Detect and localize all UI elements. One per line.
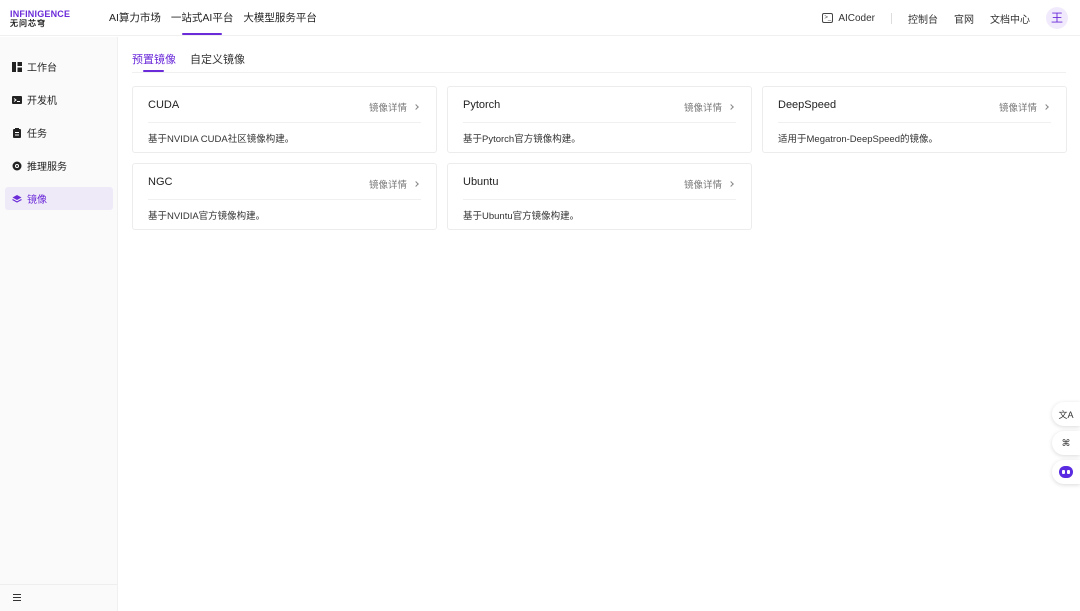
sidebar-item-inference[interactable]: 推理服务	[5, 154, 113, 177]
card-title: DeepSpeed	[778, 99, 837, 111]
image-tabs: 预置镜像 自定义镜像	[132, 37, 1066, 73]
sidebar-item-dev-machine[interactable]: 开发机	[5, 88, 113, 111]
chevron-right-icon	[413, 104, 419, 110]
aicoder-link[interactable]: >_ AICoder	[822, 13, 875, 24]
assistant-button[interactable]	[1052, 460, 1080, 484]
brand-logo[interactable]: INFINIGENCE 无问芯穹	[10, 9, 76, 29]
assistant-bot-icon	[1059, 466, 1073, 478]
nav-ai-platform[interactable]: 一站式AI平台	[166, 0, 238, 36]
top-nav-right: >_ AICoder 控制台 官网 文档中心 王	[822, 0, 1080, 36]
link-label: 镜像详情	[998, 103, 1037, 114]
translate-icon: 文A	[1058, 409, 1074, 420]
brand-line-2: 无问芯穹	[10, 19, 46, 28]
divider	[778, 122, 1051, 123]
divider	[148, 122, 421, 123]
sidebar-item-workbench[interactable]: 工作台	[5, 55, 113, 78]
divider	[148, 199, 421, 200]
terminal-icon: >_	[822, 13, 834, 23]
nav-ai-compute-market[interactable]: AI算力市场	[104, 0, 166, 36]
tab-preset-images[interactable]: 预置镜像	[132, 51, 176, 67]
chevron-right-icon	[728, 104, 734, 110]
image-details-link[interactable]: 镜像详情	[683, 177, 734, 191]
image-details-link[interactable]: 镜像详情	[368, 100, 419, 114]
link-label: 镜像详情	[368, 103, 407, 114]
sidebar-item-label: 镜像	[27, 195, 47, 206]
image-card-cuda: CUDA 镜像详情 基于NVIDIA CUDA社区镜像构建。	[132, 86, 437, 153]
image-card-pytorch: Pytorch 镜像详情 基于Pytorch官方镜像构建。	[447, 86, 752, 153]
divider	[463, 122, 736, 123]
image-details-link[interactable]: 镜像详情	[683, 100, 734, 114]
nav-llm-service-platform[interactable]: 大模型服务平台	[238, 0, 322, 36]
sidebar-item-label: 任务	[27, 129, 47, 140]
card-title: CUDA	[148, 99, 180, 111]
top-navbar: INFINIGENCE 无问芯穹 AI算力市场 一站式AI平台 大模型服务平台 …	[0, 0, 1080, 36]
clipboard-icon	[12, 127, 22, 138]
translate-button[interactable]: 文A	[1052, 402, 1080, 426]
command-icon: ⌘	[1061, 437, 1071, 448]
sidebar-item-label: 开发机	[27, 96, 57, 107]
link-label: 镜像详情	[683, 103, 722, 114]
image-details-link[interactable]: 镜像详情	[998, 100, 1049, 114]
link-label: 镜像详情	[368, 180, 407, 191]
menu-icon[interactable]	[13, 594, 21, 601]
card-description: 基于NVIDIA官方镜像构建。	[148, 211, 266, 222]
inference-icon	[12, 161, 22, 171]
avatar[interactable]: 王	[1046, 7, 1068, 29]
tab-active-indicator	[143, 70, 164, 72]
sidebar-item-label: 推理服务	[27, 162, 67, 173]
card-description: 适用于Megatron-DeepSpeed的镜像。	[778, 134, 938, 145]
divider	[891, 12, 892, 24]
sidebar-item-images[interactable]: 镜像	[5, 187, 113, 210]
docs-center-link[interactable]: 文档中心	[990, 11, 1030, 26]
sidebar-footer	[0, 584, 117, 611]
image-card-ngc: NGC 镜像详情 基于NVIDIA官方镜像构建。	[132, 163, 437, 230]
official-site-link[interactable]: 官网	[954, 11, 974, 26]
image-details-link[interactable]: 镜像详情	[368, 177, 419, 191]
console-link[interactable]: 控制台	[908, 11, 938, 26]
aicoder-label: AICoder	[838, 12, 875, 24]
tab-custom-images[interactable]: 自定义镜像	[190, 51, 245, 67]
dashboard-icon	[12, 61, 22, 72]
terminal-icon	[12, 95, 22, 105]
sidebar-item-label: 工作台	[27, 63, 57, 74]
brand-line-1: INFINIGENCE	[10, 9, 71, 19]
divider	[463, 199, 736, 200]
image-card-ubuntu: Ubuntu 镜像详情 基于Ubuntu官方镜像构建。	[447, 163, 752, 230]
card-title: Ubuntu	[463, 176, 499, 188]
card-title: Pytorch	[463, 99, 501, 111]
sidebar: 工作台 开发机 任务 推理服务 镜像	[0, 37, 118, 611]
card-title: NGC	[148, 176, 173, 188]
sidebar-item-tasks[interactable]: 任务	[5, 121, 113, 144]
top-nav-menu: AI算力市场 一站式AI平台 大模型服务平台	[104, 0, 322, 36]
card-description: 基于Pytorch官方镜像构建。	[463, 134, 581, 145]
card-description: 基于Ubuntu官方镜像构建。	[463, 211, 580, 222]
layers-icon	[12, 194, 22, 204]
shortcut-button[interactable]: ⌘	[1052, 431, 1080, 455]
chevron-right-icon	[728, 181, 734, 187]
chevron-right-icon	[413, 181, 419, 187]
card-description: 基于NVIDIA CUDA社区镜像构建。	[148, 134, 295, 145]
chevron-right-icon	[1043, 104, 1049, 110]
image-card-deepspeed: DeepSpeed 镜像详情 适用于Megatron-DeepSpeed的镜像。	[762, 86, 1067, 153]
link-label: 镜像详情	[683, 180, 722, 191]
